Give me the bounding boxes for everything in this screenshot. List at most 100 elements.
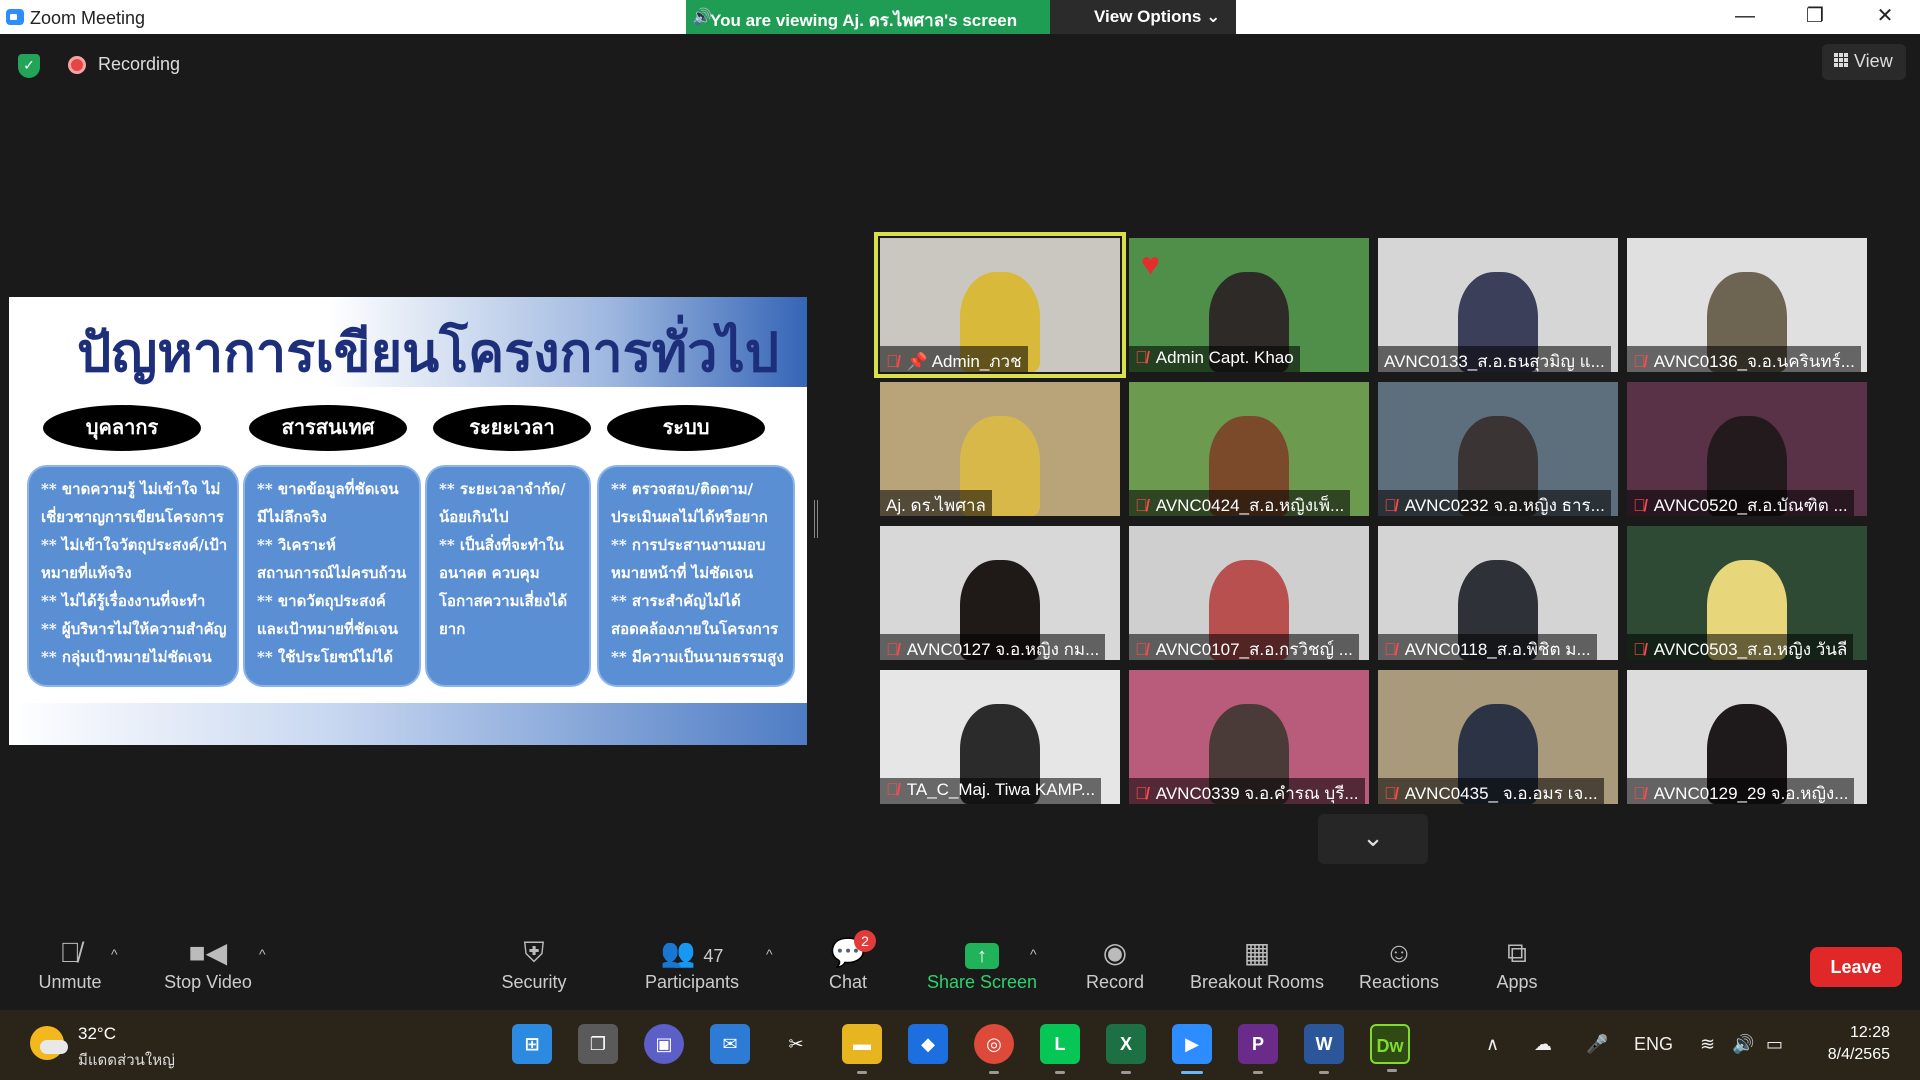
apps-icon: ⧉ [1507,937,1527,968]
file-explorer-icon[interactable]: ▬ [842,1024,882,1074]
input-language[interactable]: ENG [1634,1034,1673,1055]
tray-overflow-chevron-icon[interactable]: ∧ [1486,1034,1499,1055]
apps-button[interactable]: ⧉ Apps [1490,934,1544,993]
dreamweaver-icon[interactable]: Dw [1370,1024,1410,1072]
weather-sun-cloud-icon[interactable] [30,1026,68,1060]
shield-icon[interactable]: ✓ [18,54,40,78]
battery-icon[interactable]: ▭ [1766,1034,1783,1055]
video-camera-icon: ■◀ [188,937,228,968]
chat-unread-badge: 2 [854,930,876,952]
snipping-tool-icon[interactable]: ✂ [776,1024,816,1064]
weather-temperature[interactable]: 32°C [78,1024,116,1044]
participants-icon: 👥 47 [660,937,724,968]
participant-name-bar: 🎙̸ AVNC0339 จ.อ.คำรณ บุรี... [1129,778,1365,804]
participant-tile[interactable]: 🎙̸ AVNC0129_29 จ.อ.หญิง... [1627,670,1867,804]
participant-tile[interactable]: 🎙̸ AVNC0136_จ.อ.นครินทร์... [1627,238,1867,372]
share-options-caret[interactable]: ^ [1030,946,1037,962]
zoom-taskbar-icon[interactable]: ▶ [1172,1024,1212,1074]
dropbox-icon[interactable]: ◆ [908,1024,948,1064]
participant-name: AVNC0118_ส.อ.พิชิต ม... [1404,640,1591,659]
recording-label[interactable]: Recording [98,54,180,75]
participants-options-caret[interactable]: ^ [766,946,773,962]
security-label: Security [501,972,567,992]
record-label: Record [1085,972,1145,992]
participant-tile[interactable]: 🎙̸ AVNC0435_ จ.อ.อมร เจ... [1378,670,1618,804]
leave-button[interactable]: Leave [1810,947,1902,987]
zoom-app-icon [6,9,24,25]
reactions-button[interactable]: ☺ Reactions [1352,934,1446,993]
participant-tile[interactable]: Aj. ดร.ไพศาล [880,382,1120,516]
mail-icon[interactable]: ✉ [710,1024,750,1064]
maximize-button[interactable]: ❐ [1780,0,1850,34]
pdf-app-icon[interactable]: P [1238,1024,1278,1074]
participant-name-bar: 🎙̸ AVNC0107_ส.อ.กรวิชญ์ ... [1129,634,1359,660]
participants-count: 47 [703,946,724,966]
wifi-icon[interactable]: ≋ [1700,1034,1715,1055]
system-clock[interactable]: 12:28 8/4/2565 [1810,1022,1890,1066]
clock-time: 12:28 [1849,1024,1890,1041]
participant-tile[interactable]: AVNC0133_ส.อ.ธนสุวมิญ แ... [1378,238,1618,372]
participant-tile[interactable]: 🎙̸ AVNC0520_ส.อ.บัณฑิต ... [1627,382,1867,516]
viewing-screen-banner: 🔊 You are viewing Aj. ดร.ไพศาล's screen [686,0,1050,34]
participant-tile[interactable]: 🎙̸ AVNC0503_ส.อ.หญิง วันลี [1627,526,1867,660]
windows-start-icon[interactable]: ⊞ [512,1024,552,1064]
participant-tile[interactable]: 🎙̸ AVNC0232 จ.อ.หญิง ธาร... [1378,382,1618,516]
stop-video-label: Stop Video [164,972,252,992]
participant-name: TA_C_Maj. Tiwa KAMP... [906,780,1096,799]
breakout-rooms-label: Breakout Rooms [1189,972,1325,992]
participant-tile[interactable]: 🎙̸ TA_C_Maj. Tiwa KAMP... [880,670,1120,804]
participant-name: AVNC0520_ส.อ.บัณฑิต ... [1653,496,1848,515]
onedrive-cloud-icon[interactable]: ☁ [1534,1034,1552,1055]
participant-tile[interactable]: 🎙̸ AVNC0339 จ.อ.คำรณ บุรี... [1129,670,1369,804]
pin-icon: 📌 [906,352,932,371]
breakout-rooms-button[interactable]: ▦ Breakout Rooms [1186,934,1328,993]
close-button[interactable]: ✕ [1850,0,1920,34]
muted-microphone-icon: 🎙̸ [1384,496,1397,515]
participant-tile[interactable]: ♥ 🎙̸ Admin Capt. Khao [1129,238,1369,372]
unmute-button[interactable]: 🎙̸ Unmute [30,934,110,993]
line-app-icon[interactable]: L [1040,1024,1080,1074]
video-options-caret[interactable]: ^ [259,946,266,962]
view-options-button[interactable]: View Options ⌄ [1050,0,1236,34]
chrome-icon[interactable]: ◎ [974,1024,1014,1074]
share-screen-label: Share Screen [926,972,1038,992]
participant-name-bar: 🎙̸ AVNC0136_จ.อ.นครินทร์... [1627,346,1861,372]
record-button[interactable]: ◉ Record [1080,934,1150,993]
participant-name: AVNC0503_ส.อ.หญิง วันลี [1653,640,1848,659]
collapse-gallery-button[interactable]: ⌄ [1318,814,1428,864]
word-icon[interactable]: W [1304,1024,1344,1074]
split-view-divider[interactable] [814,500,818,538]
view-button[interactable]: View [1822,44,1906,80]
muted-microphone-icon: 🎙̸ [1633,640,1646,659]
volume-icon[interactable]: 🔊 [1732,1034,1754,1055]
share-screen-button[interactable]: ↑ Share Screen [920,934,1044,993]
grid-icon [1834,53,1848,67]
breakout-rooms-icon: ▦ [1243,937,1271,968]
participant-name: AVNC0339 จ.อ.คำรณ บุรี... [1155,784,1359,803]
teams-chat-icon[interactable]: ▣ [644,1024,684,1064]
participant-tile[interactable]: 🎙̸ AVNC0424_ส.อ.หญิงเพ็... [1129,382,1369,516]
participant-name: Admin_ภวช [931,352,1022,371]
participant-tile[interactable]: 🎙̸ 📌 Admin_ภวช [874,232,1126,378]
microphone-muted-icon: 🎙̸ [59,937,81,968]
shared-screen: ปัญหาการเขียนโครงการทั่วไป บุคลากร สารสน… [9,297,807,745]
participant-tile[interactable]: 🎙̸ AVNC0107_ส.อ.กรวิชญ์ ... [1129,526,1369,660]
participant-tile[interactable]: 🎙̸ AVNC0127 จ.อ.หญิง กม... [880,526,1120,660]
task-view-icon[interactable]: ❐ [578,1024,618,1064]
stop-video-button[interactable]: ■◀ Stop Video [156,934,260,993]
title-bar: Zoom Meeting 🔊 You are viewing Aj. ดร.ไพ… [0,0,1920,34]
participant-tile[interactable]: 🎙̸ AVNC0118_ส.อ.พิชิต ม... [1378,526,1618,660]
participants-button[interactable]: 👥 47 Participants [638,934,746,993]
participant-name-bar: 🎙̸ AVNC0127 จ.อ.หญิง กม... [880,634,1106,660]
weather-description[interactable]: มีแดดส่วนใหญ่ [78,1048,175,1072]
excel-icon[interactable]: X [1106,1024,1146,1074]
apps-label: Apps [1496,972,1538,992]
participant-name: AVNC0232 จ.อ.หญิง ธาร... [1404,496,1605,515]
security-button[interactable]: ⛨ Security [494,934,574,993]
tray-microphone-icon[interactable]: 🎤 [1586,1034,1608,1055]
minimize-button[interactable]: — [1710,0,1780,34]
audio-options-caret[interactable]: ^ [111,946,118,962]
muted-microphone-icon: 🎙̸ [1135,348,1148,367]
chat-label: Chat [828,972,868,992]
view-label: View [1854,51,1893,71]
